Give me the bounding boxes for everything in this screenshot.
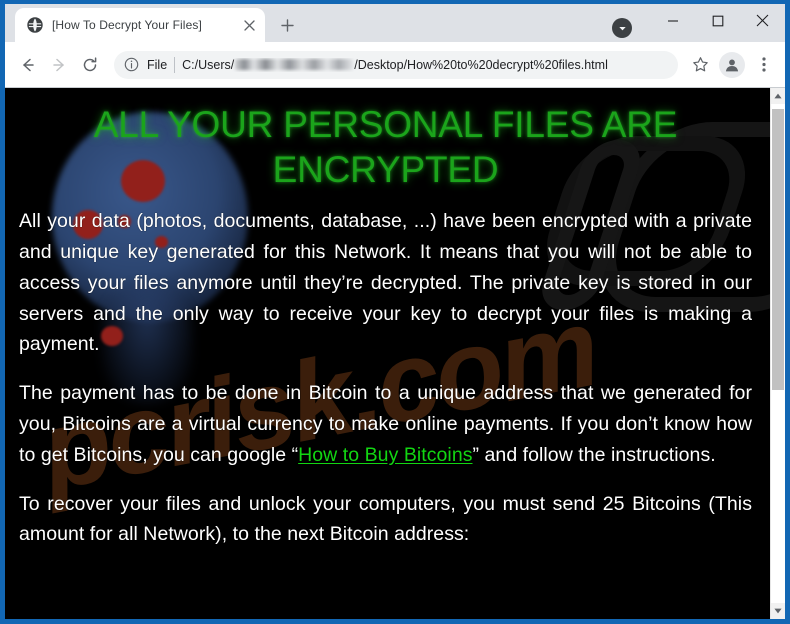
ransom-paragraph-3: To recover your files and unlock your co… (19, 492, 752, 546)
tab-title: [How To Decrypt Your Files] (52, 18, 202, 32)
close-button[interactable] (740, 4, 785, 37)
new-tab-button[interactable] (273, 11, 301, 39)
minimize-button[interactable] (650, 4, 695, 37)
ransom-note-body: ALL YOUR PERSONAL FILES ARE ENCRYPTED Al… (5, 88, 770, 550)
bookmark-star-icon[interactable] (685, 50, 715, 80)
url-scheme-label: File (147, 57, 168, 72)
url-suffix: /Desktop/How%20to%20decrypt%20files.html (354, 57, 608, 72)
tab-strip: [How To Decrypt Your Files] (5, 4, 785, 42)
globe-icon (27, 17, 43, 33)
paragraph-2-text-after-link: ” and follow the instructions. (472, 443, 716, 466)
url-prefix: C:/Users/ (182, 57, 235, 72)
scrollbar-thumb[interactable] (772, 109, 784, 390)
ransom-paragraph-2: The payment has to be done in Bitcoin to… (19, 378, 752, 470)
close-icon[interactable] (239, 15, 259, 35)
forward-button[interactable] (44, 50, 74, 80)
page-title: ALL YOUR PERSONAL FILES ARE ENCRYPTED (93, 104, 678, 191)
ransom-paragraph-1: All your data (photos, documents, databa… (19, 210, 752, 356)
scroll-down-arrow-icon[interactable] (771, 603, 785, 619)
maximize-button[interactable] (695, 4, 740, 37)
overflow-menu-icon[interactable] (749, 50, 779, 80)
url-redacted-username (235, 58, 354, 70)
scroll-up-arrow-icon[interactable] (771, 88, 785, 104)
reload-button[interactable] (75, 50, 105, 80)
page-scrollbar[interactable] (770, 88, 785, 619)
back-button[interactable] (13, 50, 43, 80)
page-viewport: pcrisk.com ALL YOUR PERSONAL FILES ARE E… (5, 88, 785, 619)
ransom-note-page: pcrisk.com ALL YOUR PERSONAL FILES ARE E… (5, 88, 770, 619)
omnibox-divider (174, 56, 176, 73)
downloads-chevron-icon[interactable] (612, 18, 632, 38)
info-circle-icon[interactable] (124, 57, 140, 72)
browser-tab[interactable]: [How To Decrypt Your Files] (15, 8, 265, 42)
profile-avatar[interactable] (719, 51, 745, 78)
browser-toolbar: File C:/Users/ /Desktop/How%20to%20decryp… (5, 42, 785, 88)
how-to-buy-bitcoins-link[interactable]: How to Buy Bitcoins (298, 444, 472, 466)
browser-window: [How To Decrypt Your Files] File C:/User… (0, 0, 790, 624)
url-text: C:/Users/ /Desktop/How%20to%20decrypt%20f… (182, 58, 608, 72)
address-bar[interactable]: File C:/Users/ /Desktop/How%20to%20decryp… (114, 50, 678, 79)
scrollbar-track[interactable] (771, 104, 785, 603)
